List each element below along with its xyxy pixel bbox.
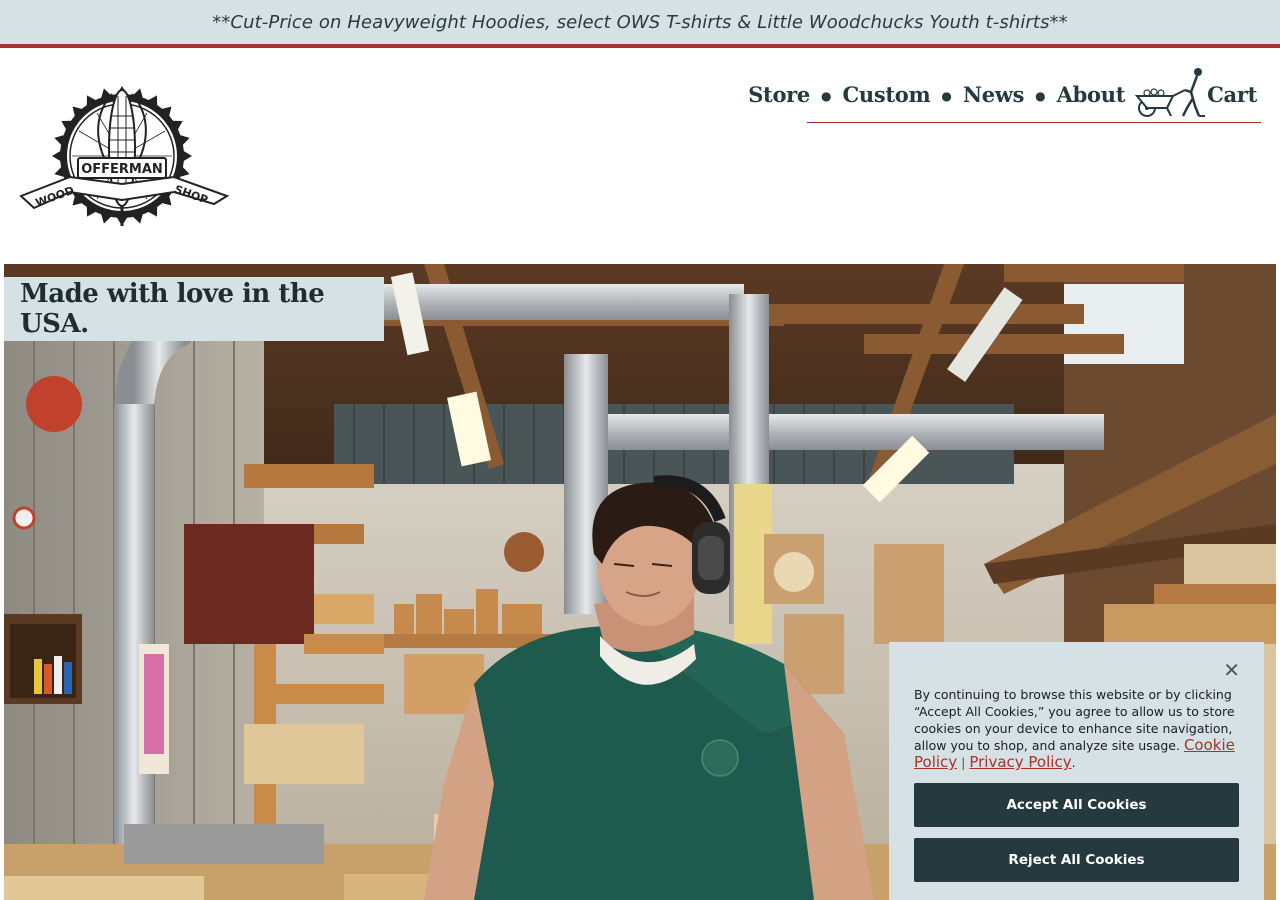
cart-label[interactable]: Cart <box>1207 82 1257 107</box>
reject-all-cookies-button[interactable]: Reject All Cookies <box>914 838 1239 882</box>
nav-separator-dot: ● <box>1035 89 1046 103</box>
cookie-banner: ✕ By continuing to browse this website o… <box>889 642 1264 900</box>
wheelbarrow-man-icon <box>1134 68 1206 117</box>
nav-item-store[interactable]: Store <box>748 82 810 107</box>
hero-tagline: Made with love in the USA. <box>20 279 325 339</box>
link-separator: | <box>961 755 966 770</box>
nav-item-about[interactable]: About <box>1057 82 1126 107</box>
logo-icon: OFFERMAN WOOD SHOP <box>19 86 230 226</box>
announcement-text: **Cut-Price on Heavyweight Hoodies, sele… <box>212 11 1068 33</box>
nav-separator-dot: ● <box>821 89 832 103</box>
cookie-text: By continuing to browse this website or … <box>914 686 1239 771</box>
hero-tagline-box: Made with love in the USA. <box>4 277 384 341</box>
svg-text:OFFERMAN: OFFERMAN <box>81 162 163 177</box>
cart-link[interactable]: Cart <box>1133 66 1257 122</box>
announcement-bar: **Cut-Price on Heavyweight Hoodies, sele… <box>0 0 1280 48</box>
main-nav: Store ● Custom ● News ● About Cart <box>748 66 1261 123</box>
offerman-wood-shop-logo[interactable]: OFFERMAN WOOD SHOP <box>18 72 230 240</box>
nav-item-news[interactable]: News <box>963 82 1025 107</box>
privacy-policy-link[interactable]: Privacy Policy <box>969 753 1071 771</box>
accept-all-cookies-button[interactable]: Accept All Cookies <box>914 783 1239 827</box>
nav-item-custom[interactable]: Custom <box>842 82 930 107</box>
cookie-period: . <box>1071 755 1076 770</box>
nav-separator-dot: ● <box>941 89 952 103</box>
close-icon[interactable]: ✕ <box>1223 660 1240 680</box>
